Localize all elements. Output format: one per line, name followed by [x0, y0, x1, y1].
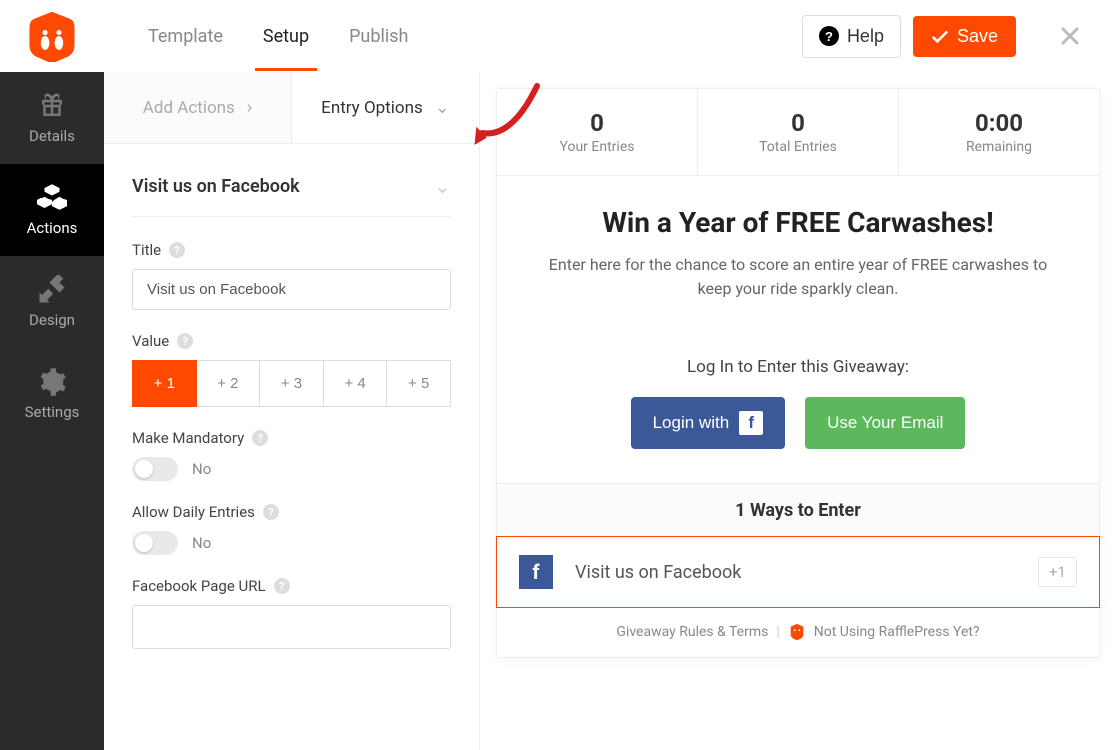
panel-tab-entry-label: Entry Options: [321, 98, 423, 118]
panel-tab-add-actions[interactable]: Add Actions ›: [104, 72, 292, 143]
daily-label: Allow Daily Entries: [132, 503, 255, 521]
stat-value: 0: [718, 109, 878, 137]
value-label: Value: [132, 332, 169, 350]
help-icon[interactable]: ?: [274, 578, 290, 594]
not-using-link[interactable]: Not Using RafflePress Yet?: [814, 624, 980, 640]
cubes-icon: [37, 183, 67, 213]
section-header[interactable]: Visit us on Facebook ⌄: [132, 164, 451, 217]
value-options: + 1 + 2 + 3 + 4 + 5: [132, 360, 451, 407]
preview-pane: 0 Your Entries 0 Total Entries 0:00 Rema…: [480, 72, 1116, 750]
value-option-1[interactable]: + 1: [132, 360, 197, 407]
left-panel: Add Actions › Entry Options ⌄ Visit us o…: [104, 72, 480, 750]
help-icon[interactable]: ?: [263, 504, 279, 520]
chevron-down-icon: ⌄: [435, 97, 450, 118]
save-button[interactable]: Save: [913, 16, 1016, 57]
sidenav-settings[interactable]: Settings: [0, 348, 104, 440]
ways-to-enter-header: 1 Ways to Enter: [497, 483, 1099, 537]
title-label: Title: [132, 241, 161, 259]
separator: |: [776, 624, 779, 640]
url-label: Facebook Page URL: [132, 577, 266, 595]
sidenav-design-label: Design: [29, 311, 75, 329]
section-title: Visit us on Facebook: [132, 176, 300, 197]
help-button[interactable]: ? Help: [802, 15, 901, 58]
help-icon: ?: [819, 26, 839, 46]
login-facebook-button[interactable]: Login with f: [631, 397, 786, 449]
top-tabs: Template Setup Publish: [128, 2, 428, 71]
sidenav-settings-label: Settings: [25, 403, 80, 421]
help-icon[interactable]: ?: [169, 242, 185, 258]
url-input[interactable]: [132, 605, 451, 649]
facebook-icon: f: [739, 411, 763, 435]
value-option-4[interactable]: + 4: [324, 360, 388, 407]
value-option-2[interactable]: + 2: [197, 360, 261, 407]
gift-icon: [37, 91, 67, 121]
login-fb-label: Login with: [653, 413, 730, 433]
stat-total-entries: 0 Total Entries: [698, 89, 899, 175]
entry-option-facebook[interactable]: f Visit us on Facebook +1: [496, 536, 1100, 608]
stat-your-entries: 0 Your Entries: [497, 89, 698, 175]
help-icon[interactable]: ?: [252, 430, 268, 446]
entry-value-badge: +1: [1038, 557, 1077, 587]
app-logo: [0, 10, 104, 62]
help-label: Help: [847, 26, 884, 47]
close-button[interactable]: [1048, 14, 1092, 58]
value-option-5[interactable]: + 5: [387, 360, 451, 407]
stat-label: Your Entries: [517, 139, 677, 155]
mandatory-state: No: [192, 460, 211, 478]
tab-setup[interactable]: Setup: [243, 2, 329, 71]
stat-remaining: 0:00 Remaining: [899, 89, 1099, 175]
stat-value: 0: [517, 109, 677, 137]
stat-label: Total Entries: [718, 139, 878, 155]
login-email-label: Use Your Email: [827, 413, 943, 433]
login-prompt: Log In to Enter this Giveaway:: [537, 357, 1059, 377]
daily-toggle[interactable]: [132, 531, 178, 555]
panel-tab-add-label: Add Actions: [143, 98, 235, 118]
chevron-down-icon: ⌄: [434, 174, 451, 198]
side-nav: Details Actions Design Settings: [0, 72, 104, 750]
sidenav-details-label: Details: [29, 127, 75, 145]
rules-link[interactable]: Giveaway Rules & Terms: [616, 624, 768, 640]
giveaway-description: Enter here for the chance to score an en…: [537, 253, 1059, 301]
sidenav-actions-label: Actions: [27, 219, 78, 237]
value-option-3[interactable]: + 3: [260, 360, 324, 407]
daily-state: No: [192, 534, 211, 552]
top-bar: Template Setup Publish ? Help Save: [0, 0, 1116, 72]
mandatory-toggle[interactable]: [132, 457, 178, 481]
stat-label: Remaining: [919, 139, 1079, 155]
title-input[interactable]: [132, 269, 451, 310]
login-email-button[interactable]: Use Your Email: [805, 397, 965, 449]
preview-card: 0 Your Entries 0 Total Entries 0:00 Rema…: [496, 88, 1100, 658]
tab-template[interactable]: Template: [128, 2, 243, 71]
stat-value: 0:00: [919, 109, 1079, 137]
sidenav-design[interactable]: Design: [0, 256, 104, 348]
chevron-right-icon: ›: [247, 97, 252, 118]
check-icon: [931, 27, 949, 45]
card-footer: Giveaway Rules & Terms | Not Using Raffl…: [497, 607, 1099, 657]
rafflepress-mini-icon: [788, 623, 806, 641]
panel-tab-entry-options[interactable]: Entry Options ⌄: [292, 72, 479, 143]
rafflepress-logo-icon: [26, 10, 78, 62]
tab-publish[interactable]: Publish: [329, 2, 428, 71]
sidenav-actions[interactable]: Actions: [0, 164, 104, 256]
mandatory-label: Make Mandatory: [132, 429, 244, 447]
close-icon: [1060, 26, 1080, 46]
giveaway-headline: Win a Year of FREE Carwashes!: [537, 206, 1059, 239]
sidenav-details[interactable]: Details: [0, 72, 104, 164]
help-icon[interactable]: ?: [177, 333, 193, 349]
gear-icon: [37, 367, 67, 397]
ruler-pencil-icon: [37, 275, 67, 305]
entry-label: Visit us on Facebook: [575, 562, 1016, 583]
save-label: Save: [957, 26, 998, 47]
facebook-icon: f: [519, 555, 553, 589]
